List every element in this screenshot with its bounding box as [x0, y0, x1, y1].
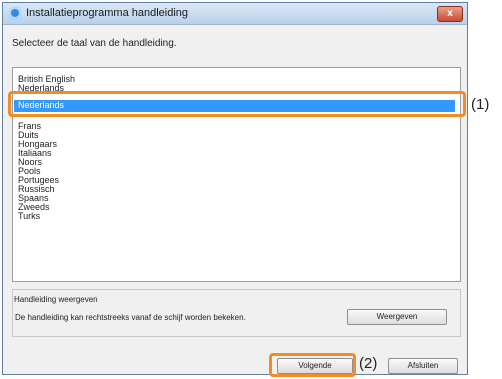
exit-button[interactable]: Afsluiten: [388, 358, 458, 374]
callout-highlight-next: [269, 353, 356, 377]
title-bar: Installatieprogramma handleiding x: [3, 3, 467, 25]
setup-icon: [9, 7, 21, 19]
callout-label-2: (2): [359, 355, 378, 372]
view-manual-title: Handleiding weergeven: [14, 295, 98, 304]
language-item-turks[interactable]: Turks: [18, 211, 40, 222]
close-button[interactable]: x: [437, 6, 463, 22]
installer-window: Installatieprogramma handleiding x Selec…: [2, 2, 468, 375]
view-button[interactable]: Weergeven: [347, 309, 447, 325]
callout-highlight-language: [8, 91, 466, 117]
callout-label-1: (1): [471, 96, 490, 113]
instruction-text: Selecteer de taal van de handleiding.: [12, 38, 177, 49]
view-manual-description: De handleiding kan rechtstreeks vanaf de…: [15, 313, 246, 322]
window-title: Installatieprogramma handleiding: [26, 7, 189, 19]
